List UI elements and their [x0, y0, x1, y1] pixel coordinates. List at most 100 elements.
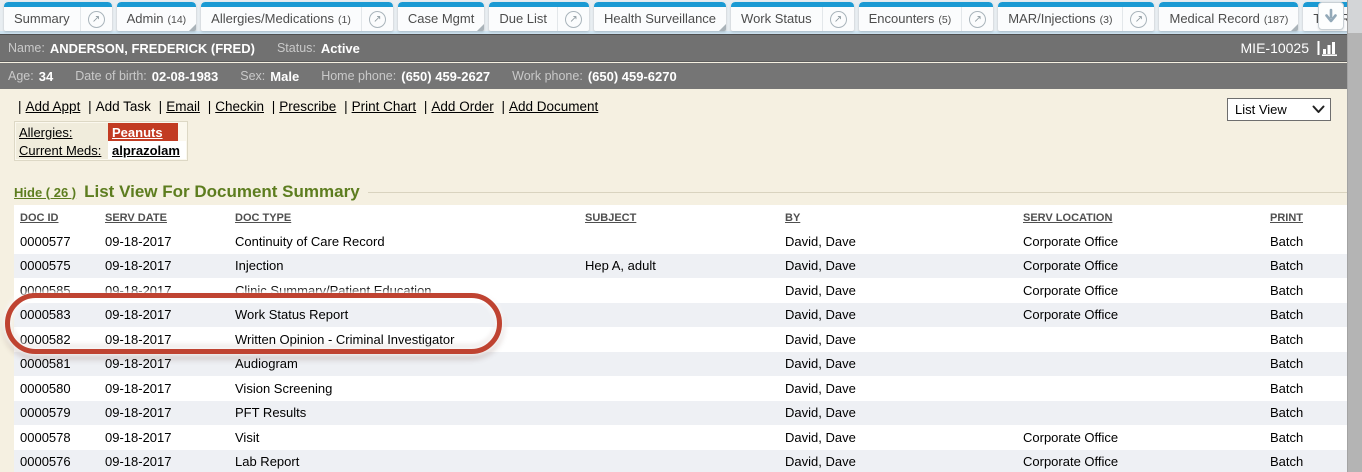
patient-banner-row2: Age:34 Date of birth:02-08-1983 Sex:Male… — [0, 63, 1347, 89]
tab-work-status[interactable]: Work Status ↗ — [731, 2, 854, 31]
table-row[interactable]: 000057509-18-2017InjectionHep A, adultDa… — [14, 254, 1347, 279]
chart-id: MIE-10025 — [1241, 40, 1309, 56]
header-serv-location[interactable]: SERV LOCATION — [1017, 205, 1264, 229]
email-link[interactable]: Email — [166, 99, 200, 114]
vertical-scrollbar[interactable] — [1347, 0, 1362, 472]
header-subject[interactable]: SUBJECT — [579, 205, 779, 229]
cell-serv-location: Corporate Office — [1017, 425, 1264, 450]
popout-icon: ↗ — [969, 11, 986, 28]
cell-print: Batch — [1264, 254, 1347, 279]
quick-actions: |Add Appt |Add Task |Email |Checkin |Pre… — [14, 99, 1347, 114]
patient-dob: 02-08-1983 — [152, 69, 219, 84]
dob-label: Date of birth: — [75, 69, 147, 83]
popout-button[interactable]: ↗ — [1122, 7, 1154, 31]
cell-doc-type: PFT Results — [229, 401, 579, 426]
tab-health-surveillance[interactable]: Health Surveillance — [594, 2, 726, 31]
add-task-link[interactable]: Add Task — [96, 99, 151, 114]
popout-button[interactable]: ↗ — [557, 7, 589, 31]
tab-case-mgmt[interactable]: Case Mgmt — [398, 2, 484, 31]
allergies-label[interactable]: Allergies: — [16, 123, 108, 141]
header-print[interactable]: PRINT — [1264, 205, 1347, 229]
tab-label: Summary — [14, 11, 70, 26]
bar-chart-icon[interactable] — [1317, 40, 1339, 56]
cell-print: Batch — [1264, 229, 1347, 254]
table-row[interactable]: 000058509-18-2017Clinic Summary/Patient … — [14, 278, 1347, 303]
table-row[interactable]: 000057709-18-2017Continuity of Care Reco… — [14, 229, 1347, 254]
cell-by: David, Dave — [779, 254, 1017, 279]
cell-doc-id: 0000575 — [14, 254, 99, 279]
patient-banner-row1: Name:ANDERSON, FREDERICK (FRED) Status:A… — [0, 34, 1347, 62]
cell-serv-location — [1017, 352, 1264, 377]
popout-button[interactable]: ↗ — [80, 7, 112, 31]
tab-allergies-medications[interactable]: Allergies/Medications(1) ↗ — [201, 2, 393, 31]
table-row[interactable]: 000057609-18-2017Lab ReportDavid, DaveCo… — [14, 450, 1347, 472]
table-row[interactable]: 000058109-18-2017AudiogramDavid, DaveBat… — [14, 352, 1347, 377]
med-item-alprazolam[interactable]: alprazolam — [108, 141, 186, 159]
home-phone-label: Home phone: — [321, 69, 396, 83]
cell-doc-id: 0000576 — [14, 450, 99, 472]
cell-serv-location: Corporate Office — [1017, 303, 1264, 328]
cell-print: Batch — [1264, 401, 1347, 426]
popout-button[interactable]: ↗ — [361, 7, 393, 31]
prescribe-link[interactable]: Prescribe — [279, 99, 336, 114]
cell-serv-location: Corporate Office — [1017, 278, 1264, 303]
cell-subject — [579, 229, 779, 254]
allergy-item-peanuts[interactable]: Peanuts — [108, 123, 178, 141]
header-doc-type[interactable]: DOC TYPE — [229, 205, 579, 229]
home-phone: (650) 459-2627 — [401, 69, 490, 84]
cell-by: David, Dave — [779, 303, 1017, 328]
tab-summary[interactable]: Summary ↗ — [4, 2, 112, 31]
cell-doc-type: Work Status Report — [229, 303, 579, 328]
tab-label: Case Mgmt — [408, 11, 474, 26]
table-row[interactable]: 000058009-18-2017Vision ScreeningDavid, … — [14, 376, 1347, 401]
cell-subject: Hep A, adult — [579, 254, 779, 279]
add-appt-link[interactable]: Add Appt — [26, 99, 81, 114]
tab-admin[interactable]: Admin(14) — [117, 2, 197, 31]
sex-label: Sex: — [240, 69, 265, 83]
cell-subject — [579, 376, 779, 401]
print-chart-link[interactable]: Print Chart — [352, 99, 417, 114]
separator: | — [497, 99, 509, 114]
cell-serv-date: 09-18-2017 — [99, 352, 229, 377]
header-by[interactable]: BY — [779, 205, 1017, 229]
tab-mar-injections[interactable]: MAR/Injections(3) ↗ — [998, 2, 1154, 31]
cell-doc-type: Clinic Summary/Patient Education — [229, 278, 579, 303]
popout-button[interactable]: ↗ — [822, 7, 854, 31]
table-row[interactable]: 000057809-18-2017VisitDavid, DaveCorpora… — [14, 425, 1347, 450]
more-tabs-button[interactable] — [1318, 2, 1344, 30]
tab-label: Admin — [127, 11, 164, 26]
cell-serv-date: 09-18-2017 — [99, 229, 229, 254]
hide-section-link[interactable]: Hide ( 26 ) — [14, 185, 76, 200]
tab-due-list[interactable]: Due List ↗ — [489, 2, 589, 31]
cell-subject — [579, 450, 779, 472]
cell-serv-date: 09-18-2017 — [99, 450, 229, 472]
cell-serv-date: 09-18-2017 — [99, 278, 229, 303]
tab-label: MAR/Injections — [1008, 11, 1095, 26]
checkin-link[interactable]: Checkin — [215, 99, 264, 114]
header-doc-id[interactable]: DOC ID — [14, 205, 99, 229]
cell-print: Batch — [1264, 450, 1347, 472]
table-row-highlighted[interactable]: 000058209-18-2017Written Opinion - Crimi… — [14, 327, 1347, 352]
work-phone-label: Work phone: — [512, 69, 583, 83]
popout-button[interactable]: ↗ — [961, 7, 993, 31]
patient-status: Active — [321, 41, 360, 56]
cell-by: David, Dave — [779, 327, 1017, 352]
current-meds-label[interactable]: Current Meds: — [16, 141, 108, 159]
popout-icon: ↗ — [88, 11, 105, 28]
tab-encounters[interactable]: Encounters(5) ↗ — [859, 2, 994, 31]
chart-tab-bar: Summary ↗ Admin(14) Allergies/Medication… — [0, 0, 1347, 34]
add-document-link[interactable]: Add Document — [509, 99, 598, 114]
tab-medical-record[interactable]: Medical Record(187) — [1159, 2, 1298, 31]
popout-icon: ↗ — [1130, 11, 1147, 28]
separator: | — [420, 99, 432, 114]
cell-doc-type: Injection — [229, 254, 579, 279]
tab-label: Due List — [499, 11, 547, 26]
table-row[interactable]: 000057909-18-2017PFT ResultsDavid, DaveB… — [14, 401, 1347, 426]
header-serv-date[interactable]: SERV DATE — [99, 205, 229, 229]
cell-doc-id: 0000583 — [14, 303, 99, 328]
view-mode-select[interactable]: List View — [1227, 98, 1331, 121]
separator: | — [268, 99, 280, 114]
separator: | — [204, 99, 216, 114]
add-order-link[interactable]: Add Order — [431, 99, 493, 114]
table-row-highlighted[interactable]: 000058309-18-2017Work Status ReportDavid… — [14, 303, 1347, 328]
